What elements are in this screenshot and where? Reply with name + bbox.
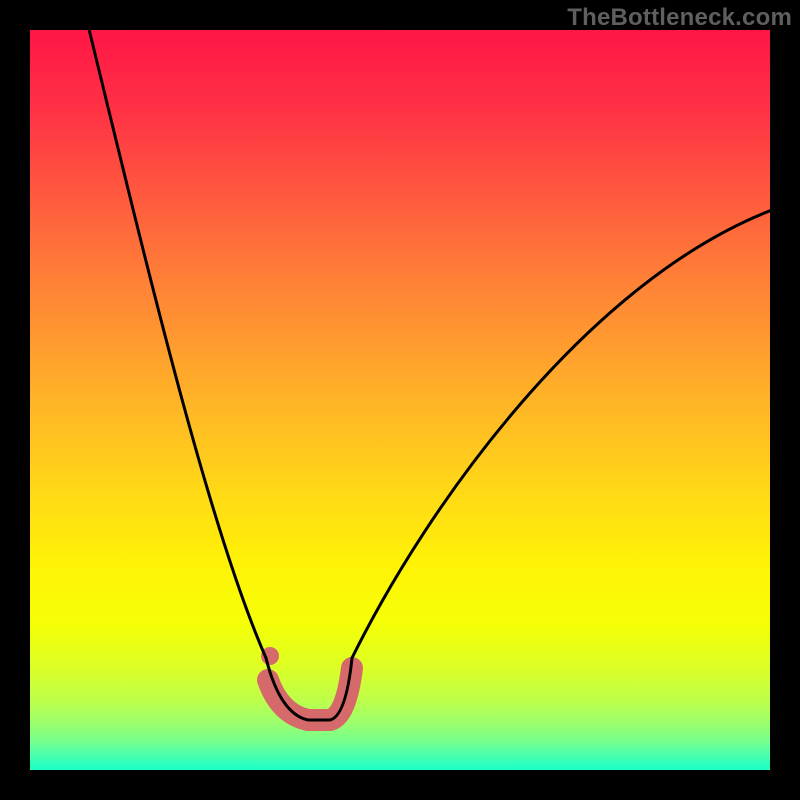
curve-left-arm (88, 30, 266, 658)
curve-right-arm (352, 210, 770, 658)
watermark-text: TheBottleneck.com (567, 4, 792, 32)
plot-area (30, 30, 770, 770)
chart-svg (30, 30, 770, 770)
